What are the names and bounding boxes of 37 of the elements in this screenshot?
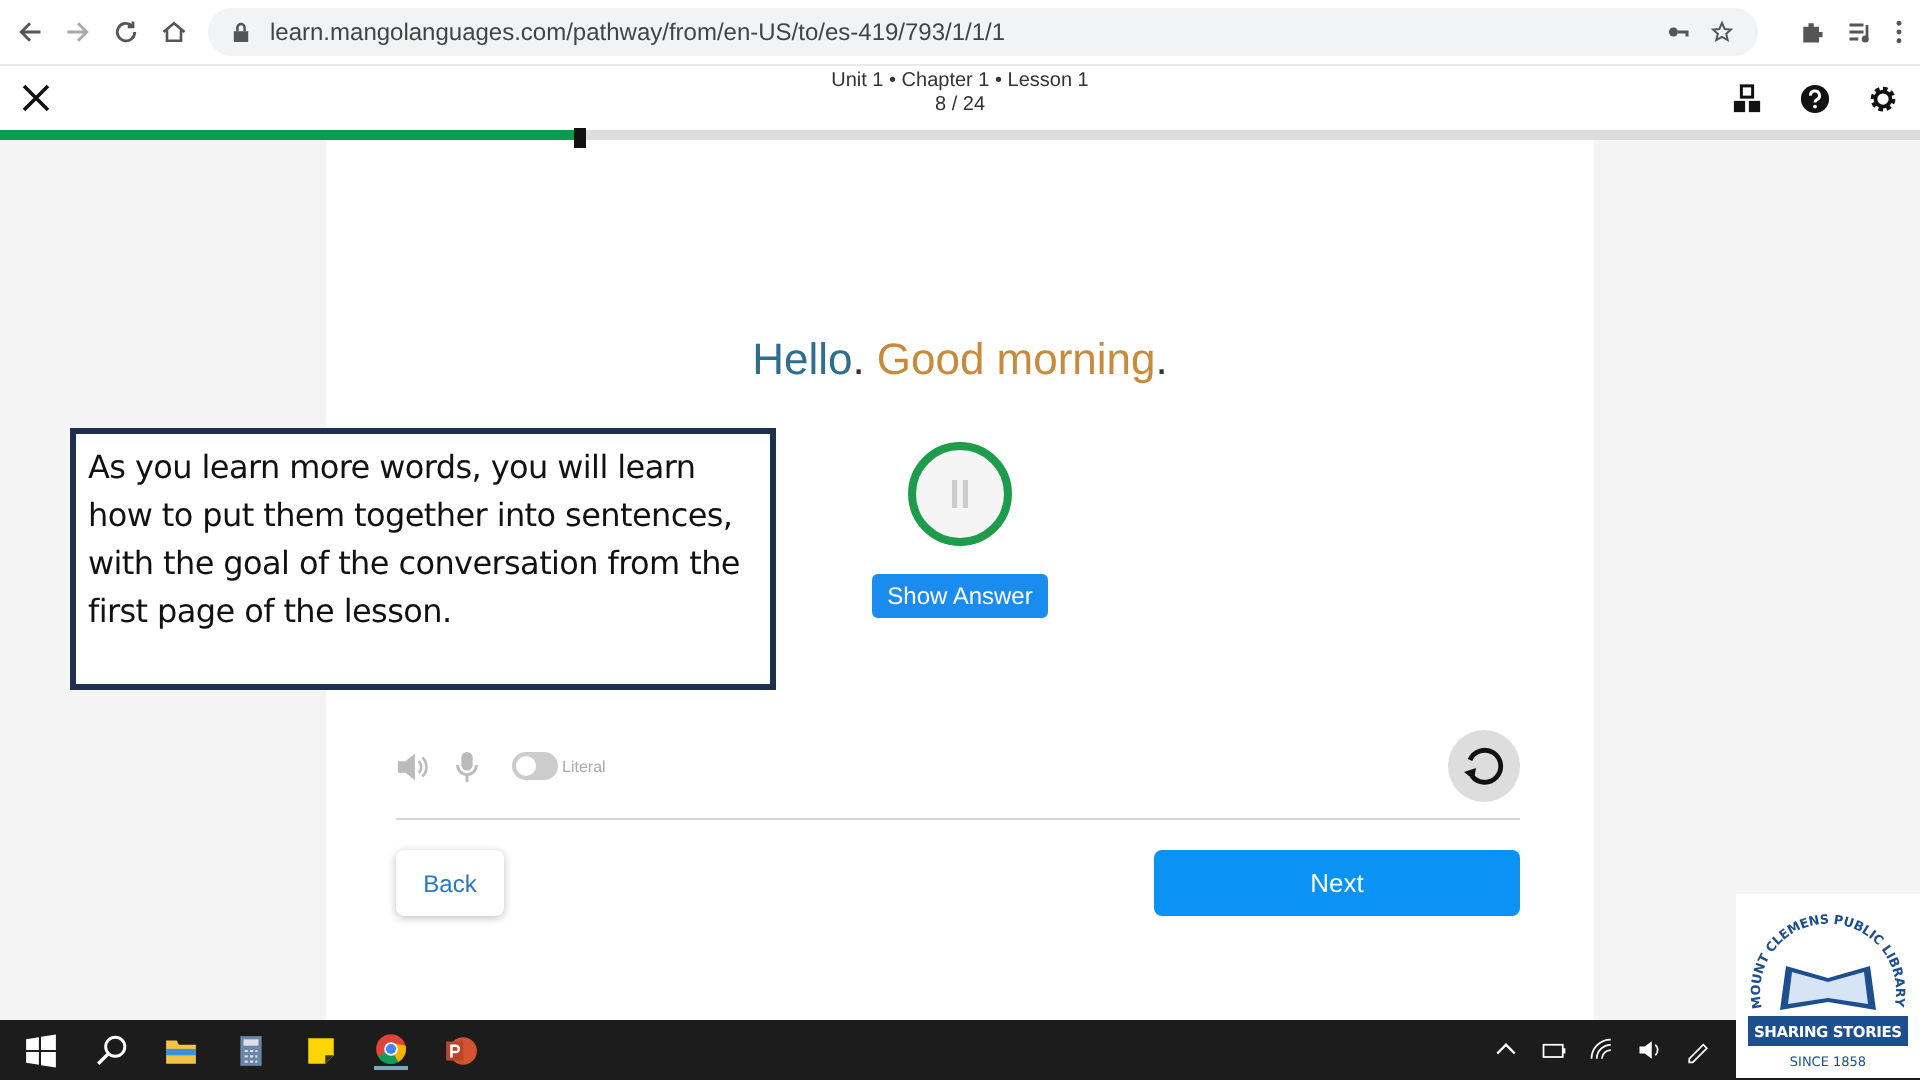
- replay-icon: [1460, 742, 1508, 790]
- settings-icon[interactable]: [1868, 83, 1898, 113]
- literal-toggle[interactable]: [512, 752, 558, 780]
- replay-button[interactable]: [1448, 730, 1520, 802]
- wifi-icon[interactable]: [1588, 1036, 1616, 1064]
- phrase-word: Good morning.: [876, 334, 1168, 384]
- literal-label: Literal: [562, 757, 606, 775]
- calculator-icon[interactable]: [234, 1033, 268, 1067]
- pause-button[interactable]: [908, 442, 1012, 546]
- next-button[interactable]: Next: [1154, 850, 1520, 916]
- puzzle-icon[interactable]: [1798, 18, 1826, 46]
- address-bar[interactable]: learn.mangolanguages.com/pathway/from/en-US/to/es-419/793/1/1/1: [208, 8, 1758, 56]
- blocks-icon[interactable]: [1732, 83, 1762, 113]
- star-icon[interactable]: [1710, 20, 1734, 44]
- media-icon[interactable]: [1846, 18, 1874, 46]
- pause-icon: [950, 480, 970, 508]
- home-icon[interactable]: [160, 18, 188, 46]
- lesson-title: Unit 1 • Chapter 1 • Lesson 1: [831, 70, 1089, 94]
- callout-text: As you learn more words, you will learn how to put them together into sentences, with the goal of the conversation from the first page of the lesson.: [70, 428, 776, 690]
- back-icon[interactable]: [16, 18, 44, 46]
- lock-icon: [232, 21, 250, 43]
- presentation-app-icon[interactable]: [444, 1033, 478, 1067]
- search-icon[interactable]: [94, 1033, 128, 1067]
- phrase-word: Hello.: [752, 334, 865, 384]
- volume-icon[interactable]: [1636, 1036, 1664, 1064]
- back-button[interactable]: Back: [396, 850, 504, 916]
- sticky-note-icon[interactable]: [304, 1033, 338, 1067]
- page-counter: 8 / 24: [934, 94, 986, 118]
- show-answer-button[interactable]: Show Answer: [871, 574, 1049, 618]
- start-icon[interactable]: [24, 1033, 58, 1067]
- help-icon[interactable]: [1800, 83, 1830, 113]
- url-text: learn.mangolanguages.com/pathway/from/en-US/to/es-419/793/1/1/1: [270, 18, 1008, 46]
- close-icon[interactable]: [20, 82, 52, 114]
- progress-handle[interactable]: [574, 128, 586, 148]
- chrome-icon[interactable]: [374, 1031, 408, 1069]
- reload-icon[interactable]: [112, 18, 140, 46]
- menu-icon[interactable]: [1894, 18, 1904, 46]
